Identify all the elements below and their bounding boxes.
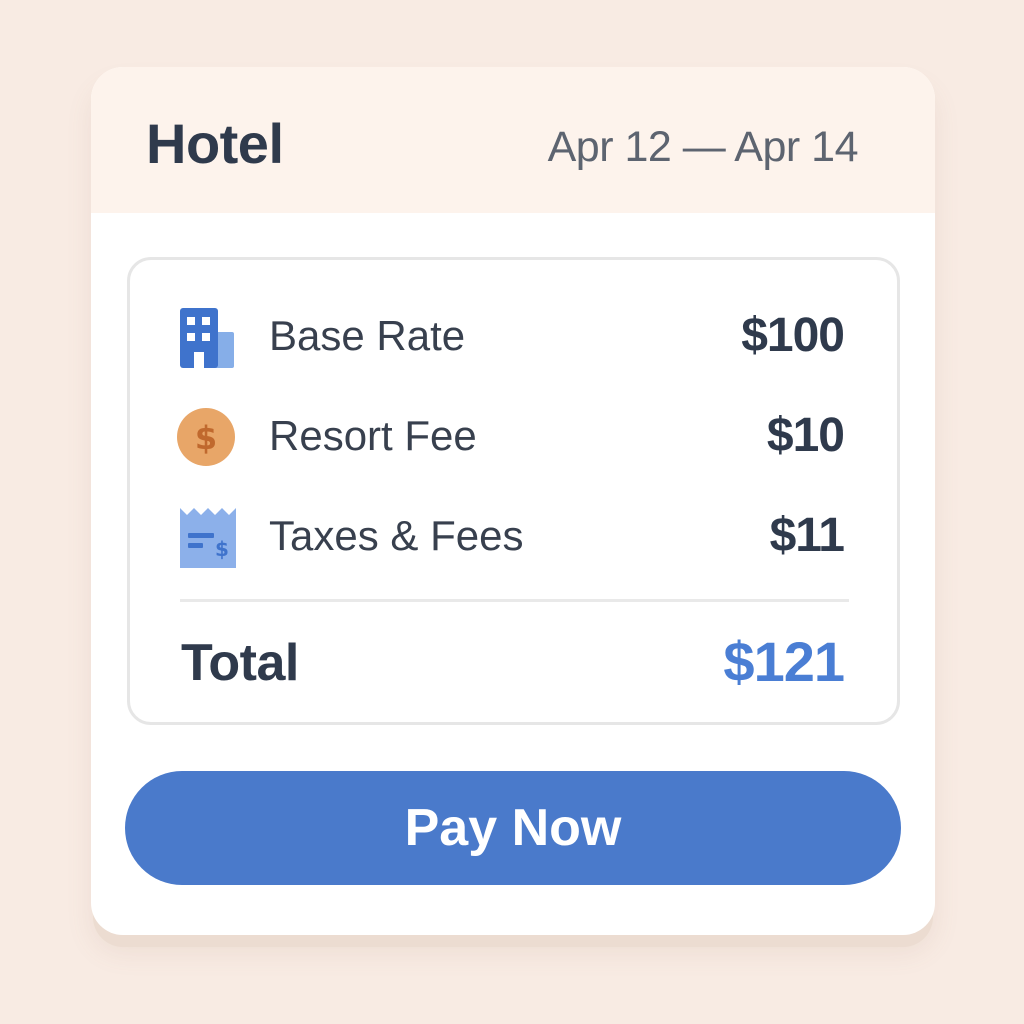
card-header: Hotel Apr 12 — Apr 14 (91, 67, 935, 213)
line-item-label: Base Rate (269, 312, 466, 359)
price-breakdown: Base Rate $100 $ Resort Fee $10 $ Taxes … (127, 257, 900, 725)
total-amount: $121 (723, 630, 845, 693)
page-title: Hotel (146, 112, 284, 175)
receipt-icon: $ (176, 506, 240, 570)
total-label: Total (181, 634, 299, 692)
line-item-resort-fee: $ Resort Fee $10 (130, 396, 897, 476)
line-item-amount: $11 (769, 509, 845, 562)
line-item-base-rate: Base Rate $100 (130, 296, 897, 376)
building-icon (176, 306, 240, 370)
date-range: Apr 12 — Apr 14 (547, 123, 859, 171)
pay-now-button[interactable]: Pay Now (125, 771, 901, 885)
dollar-coin-icon: $ (176, 406, 240, 470)
svg-text:$: $ (215, 537, 229, 561)
line-item-taxes-fees: $ Taxes & Fees $11 (130, 496, 897, 576)
line-item-label: Taxes & Fees (269, 512, 524, 559)
svg-text:$: $ (195, 419, 217, 457)
line-item-amount: $10 (766, 409, 845, 462)
line-item-label: Resort Fee (269, 412, 477, 459)
booking-summary-card: Hotel Apr 12 — Apr 14 Base Rate $100 $ R… (91, 67, 935, 935)
line-item-amount: $100 (741, 309, 845, 362)
divider (180, 599, 849, 602)
